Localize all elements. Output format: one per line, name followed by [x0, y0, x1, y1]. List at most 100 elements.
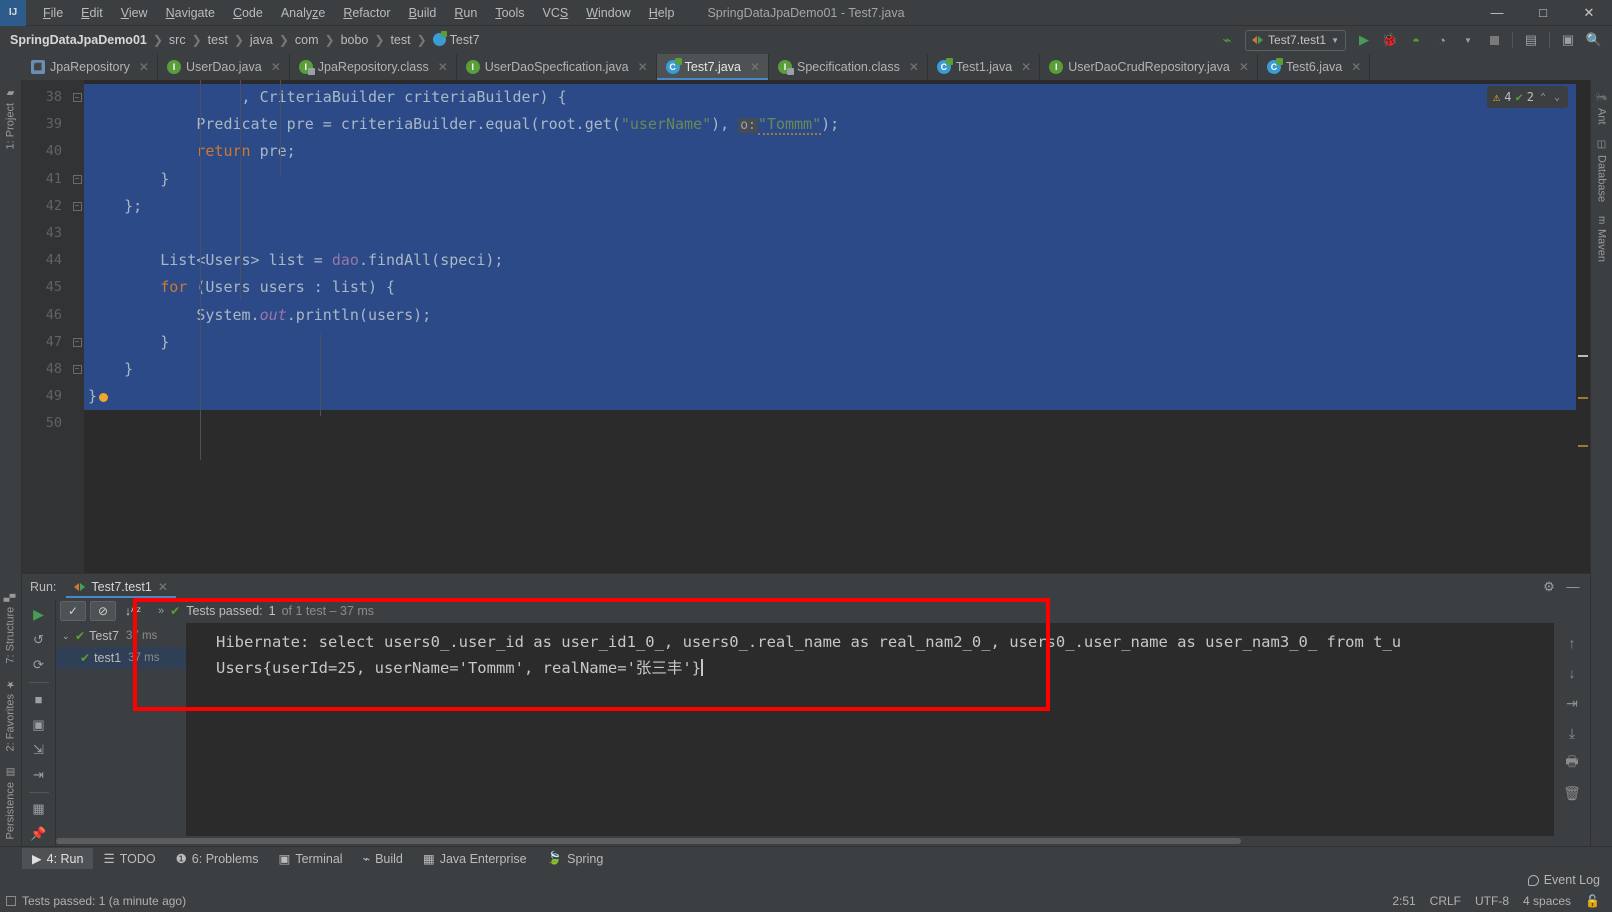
menu-edit[interactable]: Edit: [72, 3, 112, 23]
export-icon[interactable]: ▣: [26, 713, 52, 736]
menu-run[interactable]: Run: [445, 3, 486, 23]
test-tree-node-class[interactable]: ⌄ ✔ Test7 37 ms: [56, 625, 186, 647]
close-icon[interactable]: ✕: [1351, 60, 1361, 74]
run-button[interactable]: ▶: [1352, 29, 1376, 51]
profiler-chevron-down-icon[interactable]: ▼: [1456, 29, 1480, 51]
fold-marker[interactable]: −: [70, 356, 84, 383]
indent-setting[interactable]: 4 spaces: [1523, 894, 1571, 908]
code-folding-gutter[interactable]: − − − − −: [70, 80, 84, 573]
bottom-item-spring[interactable]: 🍃 Spring: [537, 848, 614, 869]
line-separator[interactable]: CRLF: [1430, 894, 1461, 908]
sidebar-item-maven[interactable]: m Maven: [1596, 209, 1608, 269]
bottom-item-todo[interactable]: ☰ TODO: [93, 848, 165, 869]
inspection-widget[interactable]: ⚠ 4 ✔ 2 ⌃ ⌄: [1487, 86, 1568, 108]
event-log-button[interactable]: Event Log: [1527, 873, 1600, 887]
update-project-icon[interactable]: ▤: [1519, 29, 1543, 51]
stop-icon[interactable]: ■: [26, 688, 52, 711]
run-anything-icon[interactable]: ▣: [1556, 29, 1580, 51]
close-icon[interactable]: ✕: [638, 60, 648, 74]
run-with-coverage-icon[interactable]: ◓: [1404, 29, 1428, 51]
test-tree[interactable]: ⌄ ✔ Test7 37 ms ✔ test1 37 ms: [56, 623, 186, 836]
layout-icon[interactable]: ▦: [26, 798, 52, 821]
console-horizontal-scrollbar[interactable]: [56, 836, 1590, 846]
search-icon[interactable]: 🔍: [1582, 29, 1606, 51]
menu-build[interactable]: Build: [400, 3, 446, 23]
import-icon[interactable]: ⇲: [26, 738, 52, 761]
menu-help[interactable]: Help: [640, 3, 684, 23]
close-icon[interactable]: ✕: [909, 60, 919, 74]
unlocked-icon[interactable]: 🔓: [1585, 894, 1600, 908]
rerun-failed-icon[interactable]: ↺: [26, 628, 52, 651]
menu-view[interactable]: View: [112, 3, 157, 23]
run-configuration-selector[interactable]: Test7.test1 ▼: [1245, 29, 1346, 51]
breadcrumb-class[interactable]: Test7: [429, 31, 484, 49]
menu-navigate[interactable]: Navigate: [157, 3, 224, 23]
scroll-down-icon[interactable]: ↓: [1560, 661, 1584, 685]
chevron-up-icon[interactable]: ⌃: [1538, 92, 1548, 103]
tab-jparepository-class[interactable]: JpaRepository.class ✕: [290, 54, 457, 80]
tab-userdaospecfication-java[interactable]: UserDaoSpecfication.java ✕: [457, 54, 657, 80]
clear-all-icon[interactable]: 🗑: [1560, 781, 1584, 805]
close-icon[interactable]: ✕: [750, 60, 760, 74]
debug-icon[interactable]: 🐞: [1378, 29, 1402, 51]
breadcrumb-src[interactable]: src: [165, 31, 190, 49]
breadcrumb-test2[interactable]: test: [386, 31, 414, 49]
tab-test7-java[interactable]: Test7.java ✕: [656, 54, 769, 80]
bottom-item-run[interactable]: ▶ 4: Run: [22, 848, 94, 869]
pin-icon[interactable]: 📌: [26, 823, 52, 846]
tab-userdaocrudrepository-java[interactable]: UserDaoCrudRepository.java ✕: [1040, 54, 1258, 80]
show-passed-toggle[interactable]: ✓: [60, 601, 86, 621]
close-icon[interactable]: ✕: [1021, 60, 1031, 74]
bottom-item-terminal[interactable]: ▣ Terminal: [269, 848, 353, 869]
build-hammer-icon[interactable]: ⌁: [1215, 29, 1239, 51]
menu-window[interactable]: Window: [577, 3, 639, 23]
breadcrumb-com[interactable]: com: [291, 31, 323, 49]
print-icon[interactable]: 🖶: [1560, 751, 1584, 775]
gear-icon[interactable]: ⚙: [1538, 577, 1560, 597]
sidebar-item-database[interactable]: ◫ Database: [1596, 132, 1608, 209]
breadcrumb-project[interactable]: SpringDataJpaDemo01: [6, 31, 151, 49]
rerun-icon[interactable]: ▶: [26, 603, 52, 626]
menu-code[interactable]: Code: [224, 3, 272, 23]
close-icon[interactable]: ✕: [1239, 60, 1249, 74]
expand-icon[interactable]: »: [158, 605, 164, 617]
bottom-item-problems[interactable]: ❶ 6: Problems: [166, 848, 269, 869]
menu-file[interactable]: File: [34, 3, 72, 23]
fold-marker[interactable]: −: [70, 329, 84, 356]
sidebar-item-structure[interactable]: 7: Structure ▚: [0, 587, 21, 671]
tab-test6-java[interactable]: Test6.java ✕: [1258, 54, 1371, 80]
menu-refactor[interactable]: Refactor: [334, 3, 399, 23]
open-icon[interactable]: ⇥: [26, 763, 52, 786]
fold-marker[interactable]: −: [70, 166, 84, 193]
sidebar-item-ant[interactable]: 🐜 Ant: [1596, 84, 1608, 132]
tab-test1-java[interactable]: Test1.java ✕: [928, 54, 1041, 80]
fold-marker[interactable]: −: [70, 84, 84, 111]
close-icon[interactable]: ✕: [139, 60, 149, 74]
menu-vcs[interactable]: VCS: [534, 3, 578, 23]
bottom-item-build[interactable]: ⌁ Build: [353, 848, 413, 869]
close-button[interactable]: ✕: [1566, 0, 1612, 26]
sidebar-item-project[interactable]: 1: Project ▰: [0, 80, 21, 156]
profiler-icon[interactable]: ◔: [1430, 29, 1454, 51]
breadcrumb-java[interactable]: java: [246, 31, 277, 49]
chevron-down-icon[interactable]: ⌄: [62, 631, 71, 642]
console-output[interactable]: Hibernate: select users0_.user_id as use…: [186, 623, 1554, 836]
minimize-button[interactable]: —: [1474, 0, 1520, 26]
close-icon[interactable]: ✕: [158, 580, 168, 594]
status-message[interactable]: Tests passed: 1 (a minute ago): [22, 894, 186, 908]
code-editor[interactable]: 38 39 40 41 42 43 44 45 46 47 48 49 50 −: [22, 80, 1590, 573]
scrollbar-thumb[interactable]: [56, 838, 1241, 844]
sidebar-item-favorites[interactable]: 2: Favorites ★: [0, 671, 21, 758]
code-text-area[interactable]: , CriteriaBuilder criteriaBuilder) { Pre…: [84, 80, 1576, 573]
sidebar-item-persistence[interactable]: Persistence ▤: [0, 759, 21, 846]
tab-specification-class[interactable]: Specification.class ✕: [769, 54, 928, 80]
menu-analyze[interactable]: Analyze: [272, 3, 334, 23]
close-icon[interactable]: ✕: [271, 60, 281, 74]
close-icon[interactable]: ✕: [438, 60, 448, 74]
breadcrumb-test[interactable]: test: [204, 31, 232, 49]
editor-marker-strip[interactable]: [1576, 80, 1590, 573]
toggle-auto-test-icon[interactable]: ⟳: [26, 654, 52, 677]
scroll-up-icon[interactable]: ↑: [1560, 631, 1584, 655]
hide-ignored-toggle[interactable]: ⊘: [90, 601, 116, 621]
sort-alphabetically-toggle[interactable]: ↓ᴬᶻ: [120, 601, 146, 621]
